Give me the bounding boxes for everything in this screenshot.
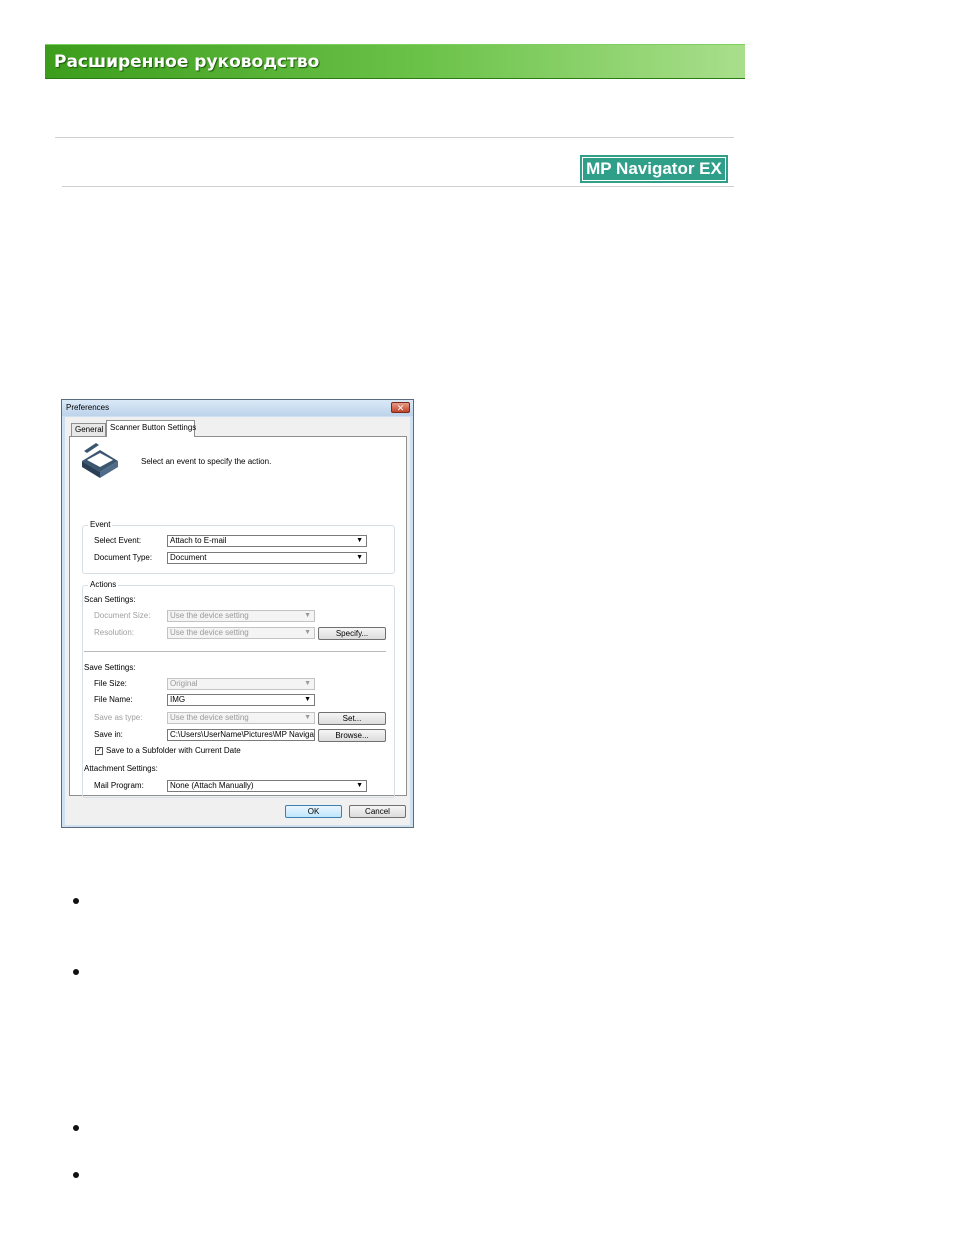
cancel-button[interactable]: Cancel — [349, 805, 406, 818]
chevron-down-icon: ▼ — [356, 782, 363, 789]
document-size-dropdown[interactable]: Use the device setting ▼ — [167, 610, 315, 622]
dialog-client-area: General Scanner Button Settings Select a… — [65, 417, 410, 825]
tab-panel: Select an event to specify the action. E… — [69, 436, 407, 798]
subfolder-label: Save to a Subfolder with Current Date — [106, 746, 241, 755]
chevron-down-icon: ▼ — [356, 537, 363, 544]
close-icon[interactable]: ✕ — [391, 402, 410, 413]
intro-text: Select an event to specify the action. — [141, 457, 272, 466]
chevron-down-icon: ▼ — [304, 629, 311, 636]
save-as-type-label: Save as type: — [94, 713, 143, 722]
logo-text: MP Navigator EX — [583, 158, 725, 180]
file-name-value: IMG — [170, 695, 186, 704]
mp-navigator-logo: MP Navigator EX — [580, 155, 728, 183]
resolution-value: Use the device setting — [170, 628, 249, 637]
file-size-value: Original — [170, 679, 198, 688]
scan-settings-heading: Scan Settings: — [84, 595, 136, 604]
chevron-down-icon: ▼ — [356, 554, 363, 561]
tab-general[interactable]: General — [71, 423, 106, 436]
mail-program-value: None (Attach Manually) — [170, 781, 254, 790]
subfolder-checkbox[interactable]: ✓ — [95, 747, 103, 755]
select-event-dropdown[interactable]: Attach to E-mail ▼ — [167, 535, 367, 547]
event-group: Event — [82, 520, 395, 574]
file-size-dropdown[interactable]: Original ▼ — [167, 678, 315, 690]
file-name-label: File Name: — [94, 695, 133, 704]
scanner-icon — [82, 443, 118, 478]
file-name-combo[interactable]: IMG ▼ — [167, 694, 315, 706]
chevron-down-icon: ▼ — [304, 696, 311, 703]
divider — [62, 186, 734, 187]
preferences-dialog: Preferences ✕ General Scanner Button Set… — [61, 399, 414, 828]
bullet-point — [73, 969, 79, 975]
dialog-titlebar: Preferences ✕ — [62, 400, 413, 416]
bullet-point — [73, 1125, 79, 1131]
select-event-label: Select Event: — [94, 536, 142, 545]
save-in-field[interactable]: C:\Users\UserName\Pictures\MP Navigato — [167, 729, 315, 741]
ok-button[interactable]: OK — [285, 805, 342, 818]
bullet-point — [73, 1172, 79, 1178]
save-as-type-value: Use the device setting — [170, 713, 249, 722]
set-button[interactable]: Set... — [318, 712, 386, 725]
resolution-label: Resolution: — [94, 628, 135, 637]
document-type-label: Document Type: — [94, 553, 153, 562]
dialog-title: Preferences — [66, 403, 110, 412]
document-size-value: Use the device setting — [170, 611, 249, 620]
document-size-label: Document Size: — [94, 611, 151, 620]
document-type-dropdown[interactable]: Document ▼ — [167, 552, 367, 564]
chevron-down-icon: ▼ — [304, 612, 311, 619]
specify-button[interactable]: Specify... — [318, 627, 386, 640]
resolution-dropdown[interactable]: Use the device setting ▼ — [167, 627, 315, 639]
save-in-value: C:\Users\UserName\Pictures\MP Navigato — [170, 730, 315, 739]
document-type-value: Document — [170, 553, 207, 562]
save-in-label: Save in: — [94, 730, 123, 739]
actions-group-caption: Actions — [88, 580, 119, 589]
page-title: Расширенное руководство — [54, 52, 320, 72]
file-size-label: File Size: — [94, 679, 127, 688]
bullet-point — [73, 898, 79, 904]
event-group-caption: Event — [88, 520, 113, 529]
select-event-value: Attach to E-mail — [170, 536, 227, 545]
save-settings-heading: Save Settings: — [84, 663, 136, 672]
divider — [55, 137, 734, 138]
chevron-down-icon: ▼ — [304, 680, 311, 687]
tab-scanner-button-settings[interactable]: Scanner Button Settings — [106, 420, 196, 437]
header-banner: Расширенное руководство — [45, 44, 745, 79]
mail-program-dropdown[interactable]: None (Attach Manually) ▼ — [167, 780, 367, 792]
section-separator — [84, 651, 386, 652]
attachment-settings-heading: Attachment Settings: — [84, 764, 158, 773]
mail-program-label: Mail Program: — [94, 781, 144, 790]
save-as-type-dropdown[interactable]: Use the device setting ▼ — [167, 712, 315, 724]
chevron-down-icon: ▼ — [304, 714, 311, 721]
browse-button[interactable]: Browse... — [318, 729, 386, 742]
